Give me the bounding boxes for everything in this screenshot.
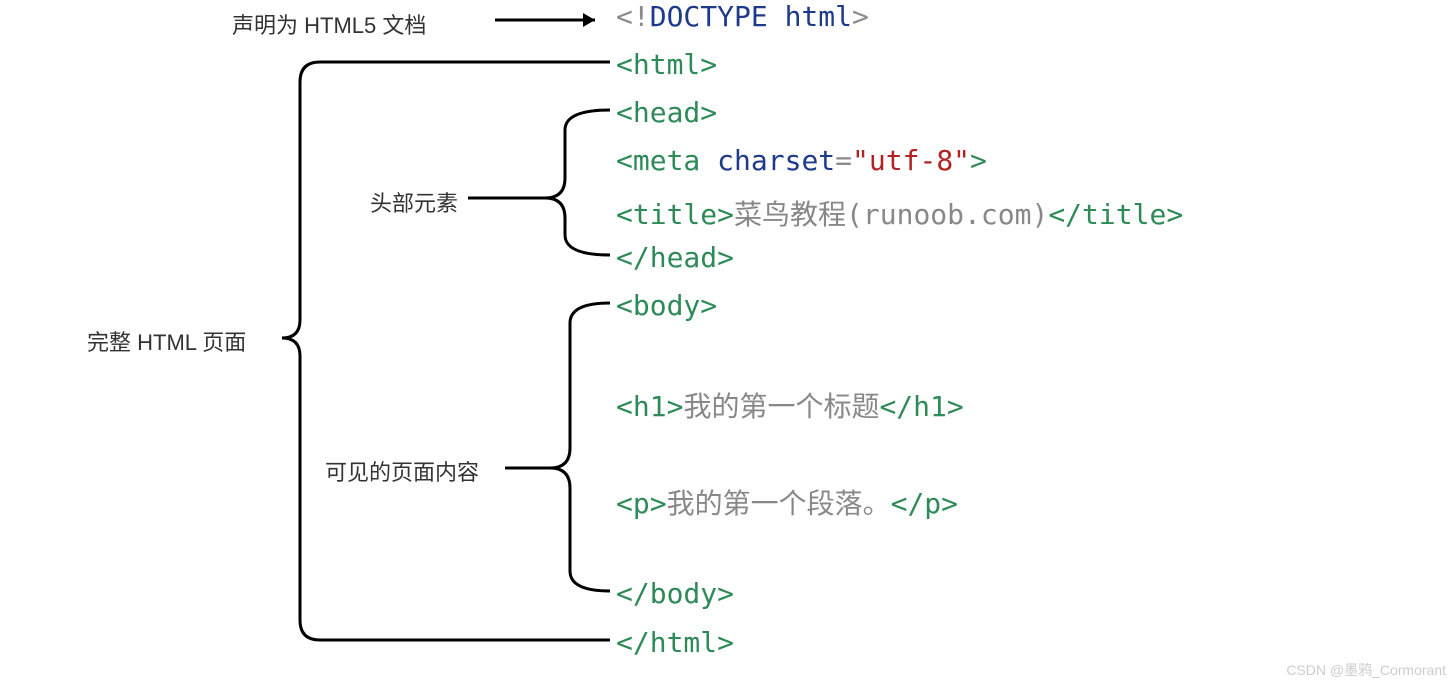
label-full-page: 完整 HTML 页面 xyxy=(87,325,246,357)
code-h1: <h1>我的第一个标题</h1> xyxy=(616,385,964,425)
label-doctype: 声明为 HTML5 文档 xyxy=(232,8,426,40)
code-p: <p>我的第一个段落。</p> xyxy=(616,482,958,522)
code-doctype: <!DOCTYPE html> xyxy=(616,0,869,33)
arrow-icon xyxy=(495,13,595,27)
code-html-open: <html> xyxy=(616,48,717,81)
code-head-close: </head> xyxy=(616,241,734,274)
code-html-close: </html> xyxy=(616,626,734,659)
code-title: <title>菜鸟教程(runoob.com)</title> xyxy=(616,193,1183,233)
code-body-close: </body> xyxy=(616,577,734,610)
brace-full-page xyxy=(282,62,610,640)
label-body-section: 可见的页面内容 xyxy=(325,455,479,487)
code-meta: <meta charset="utf-8"> xyxy=(616,144,987,177)
code-head-open: <head> xyxy=(616,96,717,129)
watermark: CSDN @墨鸦_Cormorant xyxy=(1286,660,1446,680)
brace-head xyxy=(468,110,610,255)
label-head-section: 头部元素 xyxy=(370,186,458,218)
brace-body xyxy=(505,303,610,591)
code-body-open: <body> xyxy=(616,289,717,322)
